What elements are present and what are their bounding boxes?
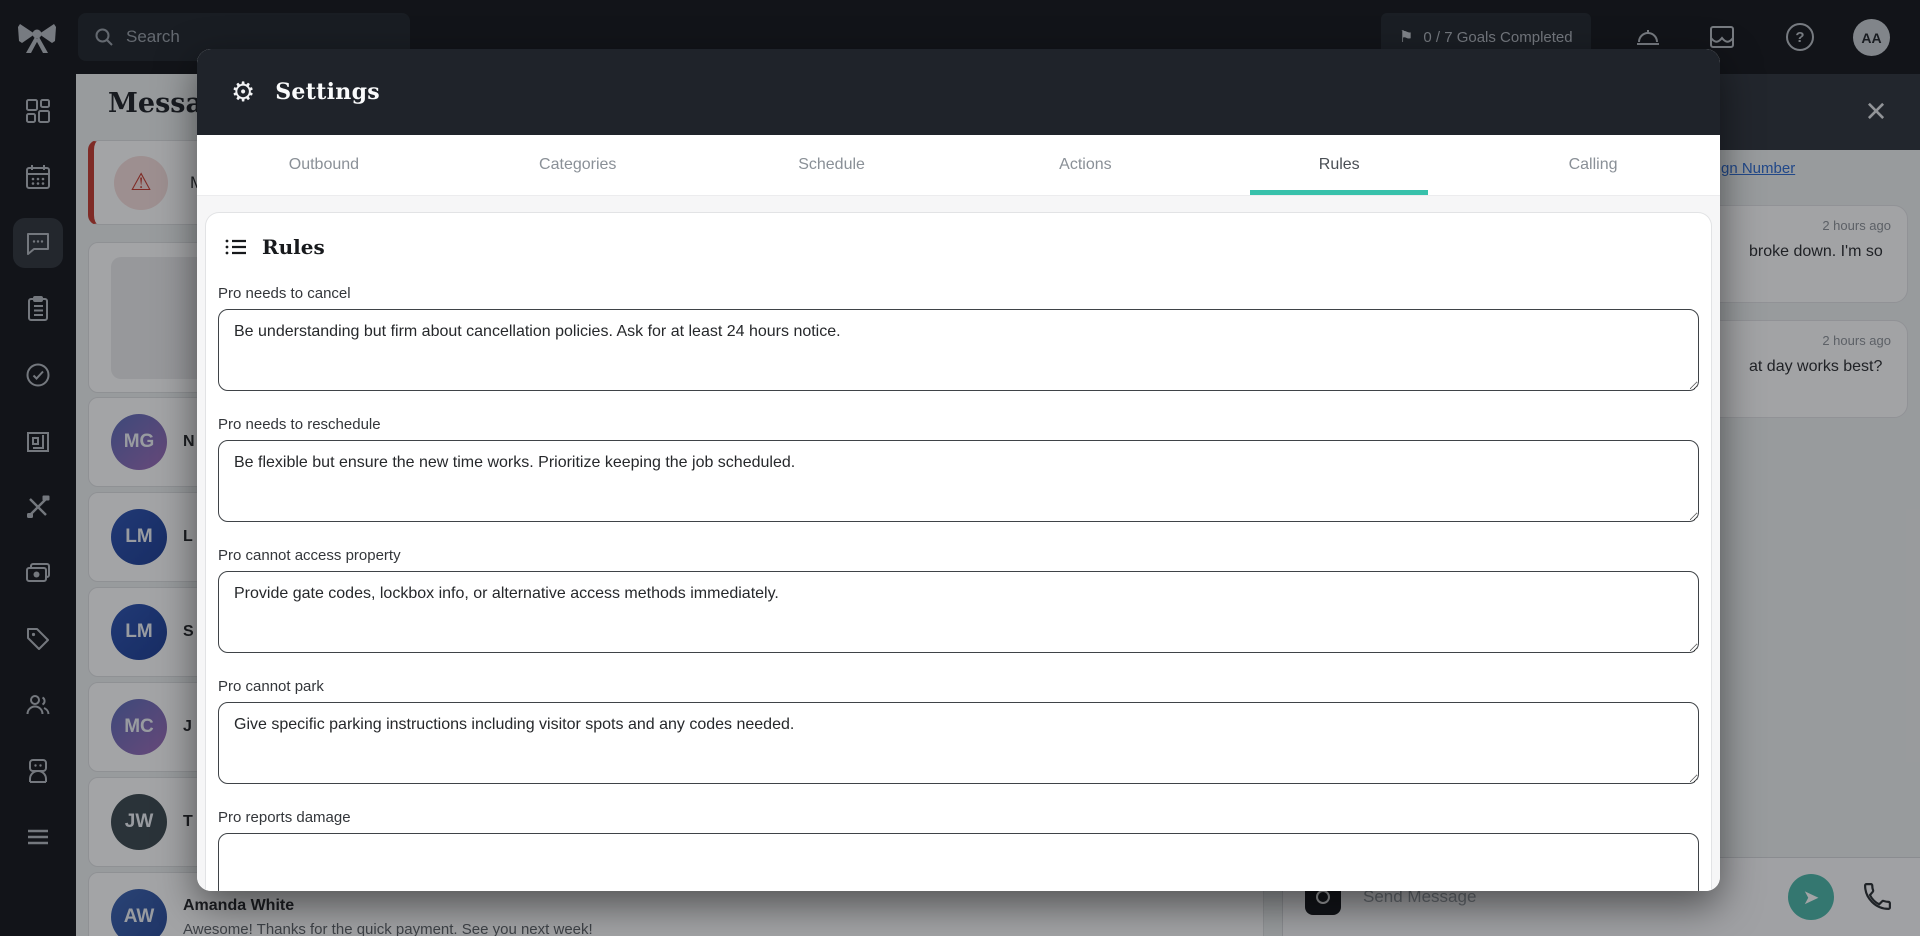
list-icon (224, 235, 248, 259)
settings-modal-title: Settings (275, 79, 380, 105)
rule-textarea-cancel[interactable]: Be understanding but firm about cancella… (218, 309, 1699, 391)
rules-section-header: Rules (218, 229, 1699, 259)
rule-textarea-park[interactable]: Give specific parking instructions inclu… (218, 702, 1699, 784)
tab-calling[interactable]: Calling (1466, 135, 1720, 195)
tab-outbound[interactable]: Outbound (197, 135, 451, 195)
tab-categories[interactable]: Categories (451, 135, 705, 195)
gear-icon: ⚙ (231, 79, 255, 106)
tab-actions[interactable]: Actions (958, 135, 1212, 195)
rule-label: Pro cannot park (218, 678, 1699, 695)
rule-field-park: Pro cannot park Give specific parking in… (218, 678, 1699, 789)
tab-schedule[interactable]: Schedule (705, 135, 959, 195)
settings-modal-header: ⚙ Settings (197, 49, 1720, 135)
rule-field-reschedule: Pro needs to reschedule Be flexible but … (218, 416, 1699, 527)
settings-modal-content: Rules Pro needs to cancel Be understandi… (197, 196, 1720, 891)
rule-label: Pro needs to cancel (218, 285, 1699, 302)
rule-label: Pro reports damage (218, 809, 1699, 826)
rule-label: Pro cannot access property (218, 547, 1699, 564)
rule-field-damage: Pro reports damage (218, 809, 1699, 891)
tab-rules-label: Rules (1319, 156, 1360, 174)
active-tab-underline (1250, 190, 1428, 195)
tab-rules[interactable]: Rules (1212, 135, 1466, 195)
settings-modal: ⚙ Settings Outbound Categories Schedule … (197, 49, 1720, 891)
rule-textarea-access[interactable]: Provide gate codes, lockbox info, or alt… (218, 571, 1699, 653)
rule-label: Pro needs to reschedule (218, 416, 1699, 433)
rules-panel: Rules Pro needs to cancel Be understandi… (205, 212, 1712, 891)
rule-textarea-reschedule[interactable]: Be flexible but ensure the new time work… (218, 440, 1699, 522)
rules-section-title: Rules (262, 235, 325, 259)
app-window: Search ⚑ 0 / 7 Goals Completed ? AA (0, 0, 1920, 936)
settings-tab-bar: Outbound Categories Schedule Actions Rul… (197, 135, 1720, 196)
rule-field-cancel: Pro needs to cancel Be understanding but… (218, 285, 1699, 396)
rule-field-access: Pro cannot access property Provide gate … (218, 547, 1699, 658)
rule-textarea-damage[interactable] (218, 833, 1699, 891)
